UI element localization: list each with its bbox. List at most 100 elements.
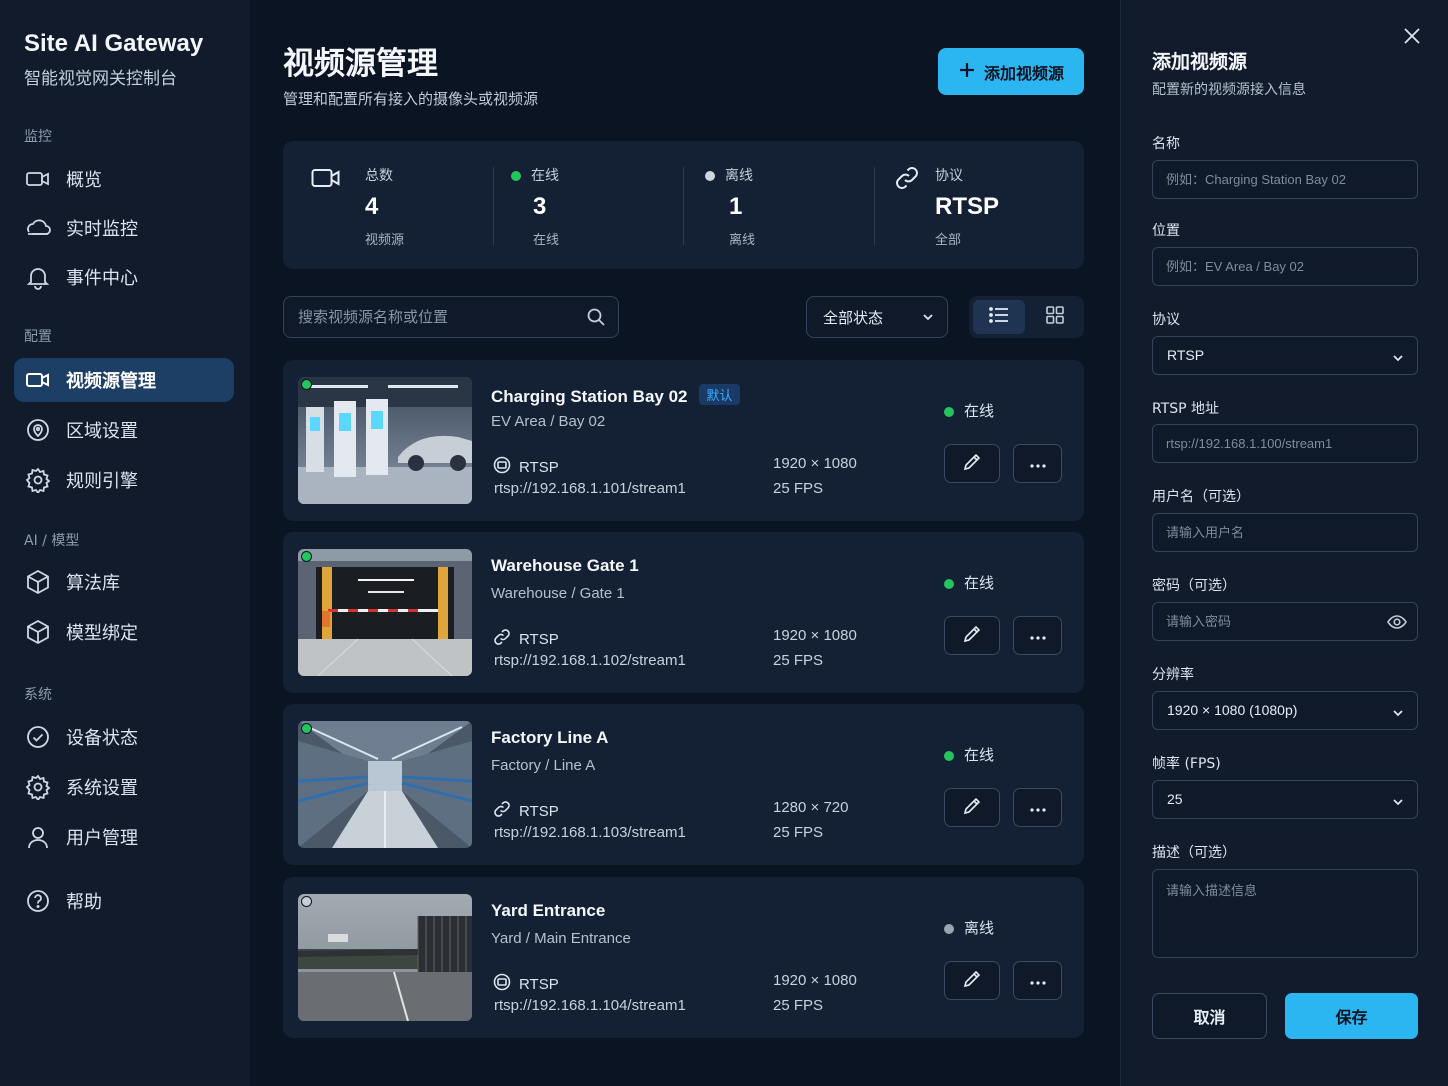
protocol-value: RTSP [1167, 347, 1205, 363]
edit-button[interactable] [944, 444, 1000, 483]
edit-button[interactable] [944, 616, 1000, 655]
sidebar-item-label: 用户管理 [66, 828, 138, 849]
source-card[interactable]: Yard Entrance Yard / Main Entrance RTSP … [283, 877, 1084, 1038]
password-field[interactable] [1166, 603, 1396, 640]
sidebar-item-overview[interactable]: 概览 [14, 157, 234, 201]
save-button[interactable]: 保存 [1285, 993, 1418, 1039]
sidebar-item-events[interactable]: 事件中心 [14, 255, 234, 299]
fps-select[interactable]: 25 [1152, 780, 1418, 819]
map-pin-icon [24, 416, 52, 444]
stats-panel: 总数 4 视频源 在线 3 在线 离线 1 离线 协议 RTSP 全部 [283, 141, 1084, 269]
source-location: Factory / Line A [491, 757, 596, 774]
bell-icon [24, 263, 52, 291]
video-icon [24, 165, 52, 193]
stat-protocol-sub: 全部 [935, 233, 962, 248]
stat-online-sub: 在线 [533, 233, 560, 248]
sidebar-item-users[interactable]: 用户管理 [14, 815, 234, 859]
online-dot [944, 578, 954, 589]
protocol-select[interactable]: RTSP [1152, 336, 1418, 375]
offline-dot [944, 923, 954, 934]
cancel-button[interactable]: 取消 [1152, 993, 1267, 1039]
panel-title: 添加视频源 [1152, 51, 1248, 73]
description-field[interactable] [1166, 880, 1396, 950]
stat-offline-value: 1 [729, 193, 743, 220]
name-field[interactable] [1166, 161, 1396, 198]
source-card[interactable]: Factory Line A Factory / Line A RTSP rts… [283, 704, 1084, 865]
search-icon[interactable] [586, 307, 606, 327]
list-view-button[interactable] [973, 300, 1025, 334]
sidebar-item-algorithms[interactable]: 算法库 [14, 560, 234, 604]
chevron-down-icon [1391, 705, 1405, 719]
source-location: Yard / Main Entrance [491, 930, 631, 947]
online-dot [944, 406, 954, 417]
protocol-label: 协议 [1152, 312, 1180, 328]
more-button[interactable] [1013, 961, 1062, 1000]
resolution-label: 分辨率 [1152, 667, 1194, 683]
view-toggle [969, 296, 1084, 338]
source-resolution: 1280 × 720 [773, 799, 849, 816]
cloud-icon [24, 214, 52, 242]
username-label: 用户名（可选） [1152, 489, 1250, 505]
rtsp-url-field[interactable] [1166, 425, 1396, 462]
plus-icon [958, 61, 976, 83]
status-filter-value: 全部状态 [823, 308, 884, 327]
source-protocol: RTSP [519, 975, 559, 993]
sidebar-item-live[interactable]: 实时监控 [14, 206, 234, 250]
nav-section-ai: AI / 模型 [24, 533, 80, 549]
stat-offline-sub: 离线 [729, 233, 756, 248]
sidebar-item-rules[interactable]: 规则引擎 [14, 458, 234, 502]
edit-button[interactable] [944, 961, 1000, 1000]
sidebar-item-help[interactable]: 帮助 [14, 879, 234, 923]
add-source-button[interactable]: 添加视频源 [938, 48, 1084, 95]
sidebar: Site AI Gateway 智能视觉网关控制台 监控 概览 实时监控 事件中… [0, 0, 250, 1086]
resolution-select[interactable]: 1920 × 1080 (1080p) [1152, 691, 1418, 730]
status-dot [301, 896, 312, 907]
more-button[interactable] [1013, 444, 1062, 483]
sidebar-item-label: 规则引擎 [66, 471, 138, 492]
stat-offline: 离线 1 离线 [683, 141, 874, 269]
sidebar-item-device-status[interactable]: 设备状态 [14, 715, 234, 759]
stat-protocol-label: 协议 [935, 168, 963, 184]
more-button[interactable] [1013, 788, 1062, 827]
source-card[interactable]: Warehouse Gate 1 Warehouse / Gate 1 RTSP… [283, 532, 1084, 693]
sidebar-item-system-settings[interactable]: 系统设置 [14, 765, 234, 809]
grid-view-button[interactable] [1029, 300, 1081, 334]
gear-icon [24, 466, 52, 494]
sidebar-item-zones[interactable]: 区域设置 [14, 408, 234, 452]
location-field[interactable] [1166, 248, 1396, 285]
source-fps: 25 FPS [773, 480, 824, 497]
username-field[interactable] [1166, 514, 1396, 551]
stat-online: 在线 3 在线 [493, 141, 683, 269]
close-icon[interactable] [1401, 25, 1423, 47]
user-icon [24, 823, 52, 851]
offline-dot [705, 171, 715, 181]
panel-subtitle: 配置新的视频源接入信息 [1152, 82, 1306, 98]
sidebar-item-model-binding[interactable]: 模型绑定 [14, 610, 234, 654]
sidebar-item-label: 事件中心 [66, 268, 138, 289]
sidebar-item-video-sources[interactable]: 视频源管理 [14, 358, 234, 402]
more-button[interactable] [1013, 616, 1062, 655]
source-name: Warehouse Gate 1 [491, 556, 639, 575]
chevron-down-icon [1391, 794, 1405, 808]
edit-button[interactable] [944, 788, 1000, 827]
source-status: 在线 [964, 402, 995, 420]
search-box [283, 296, 619, 338]
brand-subtitle: 智能视觉网关控制台 [24, 69, 177, 89]
source-card[interactable]: Charging Station Bay 02 默认 EV Area / Bay … [283, 360, 1084, 521]
eye-icon[interactable] [1387, 613, 1407, 631]
status-dot [301, 379, 312, 390]
page-subtitle: 管理和配置所有接入的摄像头或视频源 [283, 90, 539, 108]
status-filter-select[interactable]: 全部状态 [806, 296, 948, 338]
source-url: rtsp://192.168.1.104/stream1 [494, 997, 686, 1014]
search-input[interactable] [298, 297, 578, 337]
source-thumbnail [298, 894, 472, 1021]
stream-icon [493, 456, 511, 478]
nav-section-system: 系统 [24, 687, 52, 703]
source-fps: 25 FPS [773, 652, 824, 669]
pencil-icon [962, 452, 982, 476]
stat-protocol: 协议 RTSP 全部 [874, 141, 1084, 269]
source-status: 离线 [964, 919, 995, 937]
add-source-label: 添加视频源 [983, 63, 1064, 83]
sidebar-item-label: 设备状态 [66, 728, 138, 749]
sidebar-item-label: 实时监控 [66, 219, 138, 240]
